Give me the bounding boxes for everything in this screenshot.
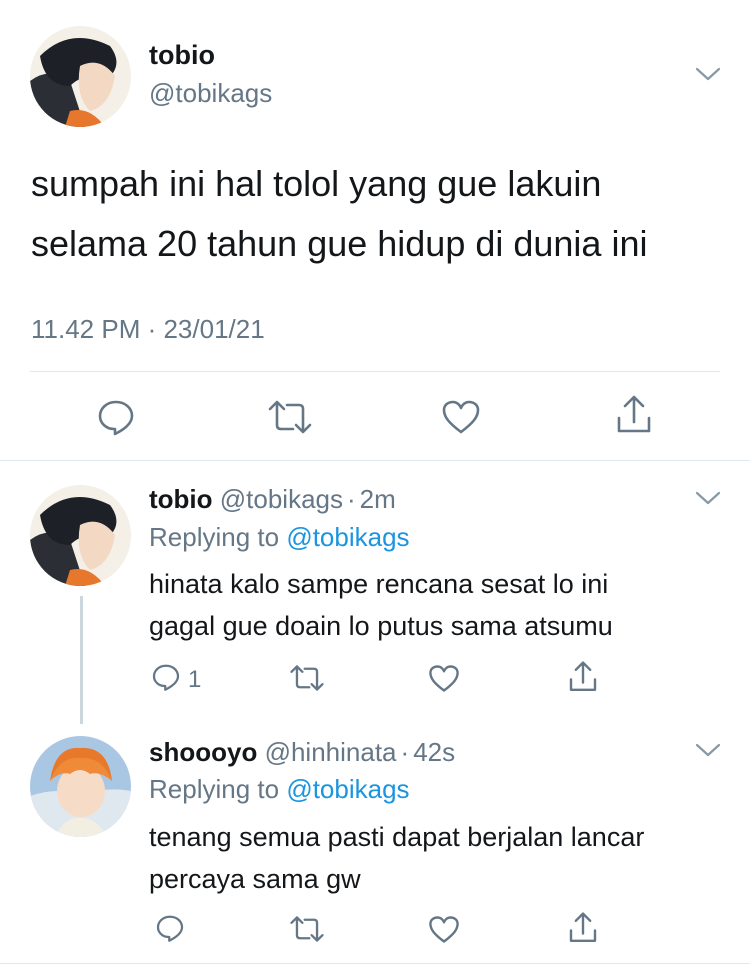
- reply-author-name[interactable]: shoooyo: [149, 737, 257, 767]
- reply-text-line-2: gagal gue doain lo putus sama atsumu: [149, 611, 613, 641]
- reply-author-handle[interactable]: @tobikags: [220, 484, 343, 514]
- retweet-icon[interactable]: [290, 914, 324, 944]
- replying-to-handle[interactable]: @tobikags: [286, 774, 409, 804]
- reply-options-chevron-icon[interactable]: [695, 742, 721, 758]
- avatar-image: [30, 736, 131, 837]
- tweet-text-line-2: selama 20 tahun gue hidup di dunia ini: [31, 223, 648, 264]
- reply-icon[interactable]: [155, 913, 185, 943]
- replying-to: Replying to @tobikags: [149, 774, 410, 805]
- retweet-icon[interactable]: [268, 398, 312, 436]
- tweet-text-line-1: sumpah ini hal tolol yang gue lakuin: [31, 163, 602, 204]
- replying-to-prefix: Replying to: [149, 774, 280, 804]
- like-icon[interactable]: [428, 664, 460, 693]
- replying-to: Replying to @tobikags: [149, 522, 410, 553]
- avatar-image: [30, 26, 131, 127]
- reply-author-handle[interactable]: @hinhinata: [265, 737, 397, 767]
- reply-separator: ·: [347, 484, 356, 514]
- tweet-options-chevron-icon[interactable]: [695, 66, 721, 82]
- share-icon[interactable]: [567, 911, 599, 945]
- retweet-icon[interactable]: [290, 663, 324, 693]
- reply-icon[interactable]: [151, 662, 181, 692]
- reply-author-name[interactable]: tobio: [149, 484, 213, 514]
- tweet-divider: [30, 371, 720, 372]
- tweet-author-name[interactable]: tobio: [149, 40, 215, 71]
- reply-separator: ·: [400, 737, 410, 767]
- like-icon[interactable]: [428, 915, 460, 944]
- reply-time[interactable]: 42s: [413, 737, 455, 767]
- reply-text-line-1: tenang semua pasti dapat berjalan lancar: [149, 822, 645, 852]
- reply-header: tobio @tobikags · 2m: [149, 484, 396, 515]
- like-icon[interactable]: [441, 399, 481, 435]
- reply-avatar[interactable]: [30, 485, 131, 586]
- bottom-divider: [0, 963, 750, 964]
- tweet-author-handle[interactable]: @tobikags: [149, 78, 272, 109]
- reply-text-line-1: hinata kalo sampe rencana sesat lo ini: [149, 569, 609, 599]
- share-icon[interactable]: [567, 660, 599, 694]
- reply-text-line-2: percaya sama gw: [149, 864, 361, 894]
- reply-options-chevron-icon[interactable]: [695, 490, 721, 506]
- reply-avatar[interactable]: [30, 736, 131, 837]
- replying-to-handle[interactable]: @tobikags: [286, 522, 409, 552]
- tweet-author-avatar[interactable]: [30, 26, 131, 127]
- reply-count: 1: [188, 666, 202, 693]
- share-icon[interactable]: [614, 394, 654, 436]
- thread-line: [80, 596, 83, 724]
- reply-icon[interactable]: [96, 397, 136, 437]
- avatar-image: [30, 485, 131, 586]
- section-divider: [0, 460, 750, 461]
- replying-to-prefix: Replying to: [149, 522, 280, 552]
- tweet-timestamp[interactable]: 11.42 PM · 23/01/21: [31, 314, 265, 345]
- reply-header: shoooyo @hinhinata · 42s: [149, 737, 455, 768]
- reply-time[interactable]: 2m: [360, 484, 396, 514]
